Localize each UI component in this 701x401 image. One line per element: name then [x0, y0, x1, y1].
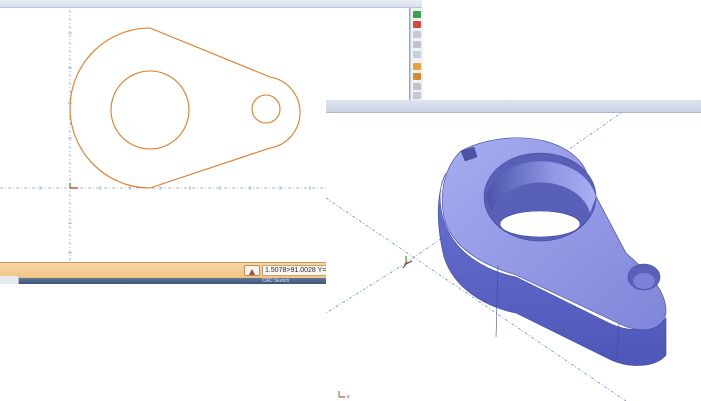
axis-line-left [326, 262, 407, 314]
part-body[interactable] [437, 137, 667, 366]
measure-icon[interactable] [413, 83, 421, 90]
viewport-titlebar[interactable] [326, 100, 701, 113]
gear-icon[interactable] [413, 73, 421, 80]
taskbar-window-label[interactable]: CAD Sketch [262, 278, 329, 284]
viewport-3d-canvas[interactable] [326, 113, 701, 401]
origin-triad-z [402, 263, 407, 269]
view-orientation-indicator: x [338, 391, 350, 399]
part-large-bore-opening [499, 210, 581, 238]
grid-icon[interactable] [413, 51, 421, 58]
arrow-icon[interactable] [413, 92, 421, 99]
part-small-bore-inner [633, 273, 655, 289]
list-icon[interactable] [413, 41, 421, 48]
folder-icon[interactable] [413, 63, 421, 70]
check-icon[interactable] [413, 11, 421, 18]
sketch-outer-profile[interactable] [69, 27, 301, 189]
sketch-small-hole[interactable] [251, 94, 281, 124]
sketch-large-hole[interactable] [110, 70, 190, 150]
orientation-x-label: x [347, 394, 350, 399]
sketch-side-toolbar [410, 8, 423, 100]
sketch-titlebar[interactable] [0, 0, 422, 8]
line-icon[interactable] [413, 31, 421, 38]
viewport-3d[interactable] [326, 100, 701, 401]
cursor-coordinates: 1.5078>91.0028 Y=2.6 [262, 265, 328, 276]
sketch-axis-ticks [39, 32, 311, 254]
status-tool-button[interactable]: ▲ [244, 265, 260, 276]
taskbar-start[interactable] [0, 276, 19, 284]
cad-workspace: ▲ 1.5078>91.0028 Y=2.6 CAD Sketch [0, 0, 701, 401]
sketch-icon[interactable] [413, 21, 421, 28]
